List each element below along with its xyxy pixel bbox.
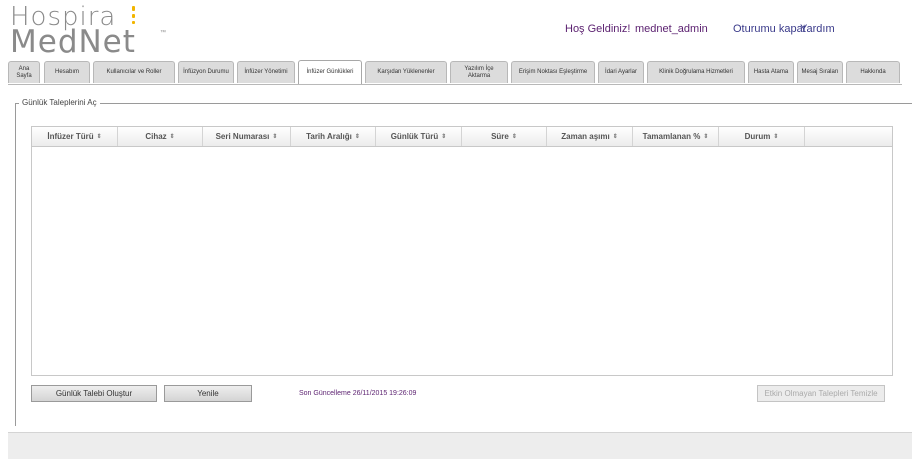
tab-downloads[interactable]: Karşıdan Yüklenenler [365,61,447,83]
col-spacer [805,127,892,146]
table-header-row: İnfüzer Türü ⇕ Cihaz ⇕ Seri Numarası ⇕ Tari… [32,127,892,147]
tab-home[interactable]: Ana Sayfa [8,61,40,83]
sort-icon: ⇕ [511,134,517,140]
logo-trademark: ™ [160,30,166,36]
tab-admin-settings[interactable]: İdari Ayarlar [598,61,644,83]
sort-icon: ⇕ [773,134,779,140]
sort-icon: ⇕ [612,134,618,140]
log-requests-table: İnfüzer Türü ⇕ Cihaz ⇕ Seri Numarası ⇕ Tari… [31,126,893,376]
col-percent-complete[interactable]: Tamamlanan % ⇕ [633,127,719,146]
welcome-text: Hoş Geldiniz! [565,23,631,35]
panel-legend: Günlük Taleplerini Aç [19,98,100,107]
tab-infuser-management[interactable]: İnfüzer Yönetimi [237,61,295,83]
footer-bar [8,432,912,459]
col-label: Günlük Türü [390,132,439,141]
col-log-type[interactable]: Günlük Türü ⇕ [376,127,462,146]
tab-patient-assignment[interactable]: Hasta Atama [748,61,794,83]
col-date-range[interactable]: Tarih Aralığı ⇕ [291,127,376,146]
help-link[interactable]: Yardım [800,23,835,35]
main-tab-bar: Ana Sayfa Hesabım Kullanıcılar ve Roller… [8,60,900,85]
tab-bar-baseline [8,84,902,85]
col-label: İnfüzer Türü [47,132,94,141]
tab-access-point-mapping[interactable]: Erişim Noktası Eşleştirme [511,61,595,83]
sort-icon: ⇕ [169,134,175,140]
col-label: Seri Numarası [215,132,270,141]
col-timeout[interactable]: Zaman aşımı ⇕ [547,127,633,146]
sort-icon: ⇕ [272,134,278,140]
tab-message-queues[interactable]: Mesaj Sıraları [797,61,843,83]
tab-infuser-logs[interactable]: İnfüzer Günlükleri [298,60,362,84]
logo-mednet-text: MedNet [10,24,136,60]
tab-software-import[interactable]: Yazılım İçe Aktarma [450,61,508,83]
tab-about[interactable]: Hakkında [846,61,900,83]
col-label: Zaman aşımı [561,132,610,141]
create-log-request-button[interactable]: Günlük Talebi Oluştur [31,385,157,402]
col-label: Cihaz [145,132,167,141]
sort-icon: ⇕ [703,134,709,140]
tab-my-account[interactable]: Hesabım [44,61,90,83]
col-label: Süre [491,132,509,141]
tab-clinical-verification[interactable]: Klinik Doğrulama Hizmetleri [647,61,745,83]
refresh-button[interactable]: Yenile [164,385,252,402]
col-status[interactable]: Durum ⇕ [719,127,805,146]
tab-users-and-roles[interactable]: Kullanıcılar ve Roller [93,61,175,83]
col-serial-number[interactable]: Seri Numarası ⇕ [203,127,291,146]
sort-icon: ⇕ [354,134,360,140]
col-label: Durum [744,132,771,141]
sort-icon: ⇕ [441,134,447,140]
last-updated-text: Son Güncelleme 26/11/2015 19:26:09 [299,390,417,397]
col-device[interactable]: Cihaz ⇕ [118,127,203,146]
logout-link[interactable]: Oturumu kapat [733,23,806,35]
username-text: mednet_admin [635,23,708,35]
sort-icon: ⇕ [96,134,102,140]
col-label: Tamamlanan % [642,132,701,141]
col-infuser-type[interactable]: İnfüzer Türü ⇕ [32,127,118,146]
hospira-mednet-logo: Hospira MedNet ™ [10,4,180,60]
col-label: Tarih Aralığı [306,132,352,141]
tab-infusion-status[interactable]: İnfüzyon Durumu [178,61,234,83]
clear-inactive-requests-button[interactable]: Etkin Olmayan Talepleri Temizle [757,385,885,402]
col-duration[interactable]: Süre ⇕ [462,127,547,146]
